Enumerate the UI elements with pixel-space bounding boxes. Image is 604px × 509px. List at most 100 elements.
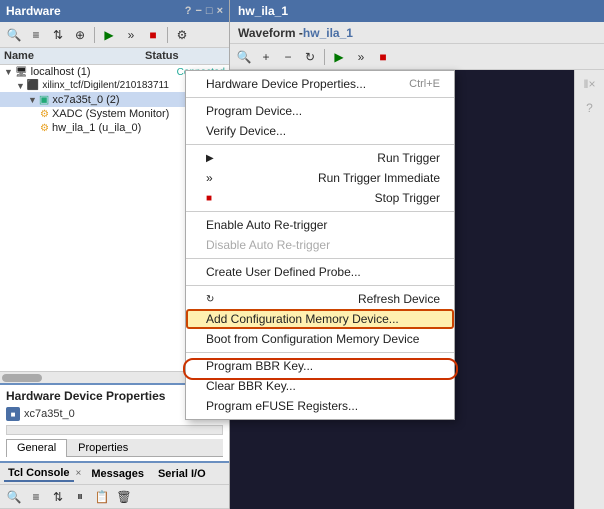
- xadc-label: XADC (System Monitor): [52, 108, 169, 120]
- tcl-copy-button[interactable]: 📋: [92, 487, 112, 507]
- tcl-sort2-button[interactable]: ⇅: [48, 487, 68, 507]
- cm-run-trigger-imm-label: Run Trigger Immediate: [318, 171, 440, 185]
- sort-az-button[interactable]: ≡: [26, 25, 46, 45]
- play-button[interactable]: ▶: [99, 25, 119, 45]
- cm-hw-device-properties[interactable]: Hardware Device Properties... Ctrl+E: [186, 74, 454, 94]
- cm-disable-auto-label: Disable Auto Re-trigger: [206, 238, 330, 252]
- ila-icon: ⚙: [40, 123, 49, 134]
- cm-sep-3: [186, 211, 454, 212]
- cm-disable-auto: Disable Auto Re-trigger: [186, 235, 454, 255]
- cm-refresh-device[interactable]: ↻ Refresh Device: [186, 289, 454, 309]
- waveform-name: hw_ila_1: [303, 26, 353, 40]
- right-toolbar: 🔍 + − ↻ ▶ » ■: [230, 44, 604, 70]
- wf-right-btn2[interactable]: ?: [580, 98, 600, 118]
- toolbar-separator-2: [167, 27, 168, 43]
- wf-minus-button[interactable]: −: [278, 47, 298, 67]
- cm-sep-6: [186, 352, 454, 353]
- wf-redo-button[interactable]: ↻: [300, 47, 320, 67]
- run-trigger-imm-icon: »: [206, 171, 213, 185]
- stop-trigger-icon: ■: [206, 193, 212, 204]
- cm-clear-bbr-label: Clear BBR Key...: [206, 379, 296, 393]
- link-button[interactable]: ⊕: [70, 25, 90, 45]
- wf-right-btn1[interactable]: ‖×: [580, 74, 600, 94]
- context-menu: Hardware Device Properties... Ctrl+E Pro…: [185, 70, 455, 420]
- xadc-icon: ⚙: [40, 109, 49, 120]
- fast-forward-button[interactable]: »: [121, 25, 141, 45]
- device-label: xc7a35t_0 (2): [52, 94, 119, 106]
- device-icon: ▣: [39, 93, 49, 106]
- hardware-title-label: Hardware: [6, 4, 61, 18]
- minimize-icon[interactable]: −: [195, 5, 201, 17]
- expand-arrow-cable: ▼: [16, 81, 25, 91]
- wf-search-button[interactable]: 🔍: [234, 47, 254, 67]
- title-controls: ? − □ ×: [185, 5, 223, 17]
- cm-program-bbr[interactable]: Program BBR Key...: [186, 356, 454, 376]
- scroll-thumb[interactable]: [2, 374, 42, 382]
- hw-props-scrollbar[interactable]: [6, 425, 223, 435]
- cm-sep-1: [186, 97, 454, 98]
- cm-program-device[interactable]: Program Device...: [186, 101, 454, 121]
- close-icon[interactable]: ×: [217, 5, 223, 17]
- cm-refresh-device-label: Refresh Device: [358, 292, 440, 306]
- cm-boot-config-memory-label: Boot from Configuration Memory Device: [206, 332, 419, 346]
- tcl-section: Tcl Console × Messages Serial I/O 🔍 ≡ ⇅ …: [0, 461, 229, 509]
- tcl-clear-button[interactable]: 🗑: [114, 487, 134, 507]
- cm-sep-4: [186, 258, 454, 259]
- expand-arrow-device: ▼: [28, 95, 37, 105]
- run-trigger-icon: ▶: [206, 153, 214, 164]
- tab-messages[interactable]: Messages: [87, 467, 148, 481]
- localhost-label: localhost (1): [31, 66, 91, 78]
- cm-program-efuse[interactable]: Program eFUSE Registers...: [186, 396, 454, 416]
- wf-fast-forward-button[interactable]: »: [351, 47, 371, 67]
- cm-run-trigger-immediate[interactable]: » Run Trigger Immediate: [186, 168, 454, 188]
- cm-hw-shortcut: Ctrl+E: [409, 78, 440, 90]
- cm-add-config-memory-label: Add Configuration Memory Device...: [206, 312, 399, 326]
- tcl-sort-button[interactable]: ≡: [26, 487, 46, 507]
- sort-za-button[interactable]: ⇅: [48, 25, 68, 45]
- cm-verify-device-label: Verify Device...: [206, 124, 286, 138]
- wf-play-button[interactable]: ▶: [329, 47, 349, 67]
- settings-button[interactable]: ⚙: [172, 25, 192, 45]
- cm-stop-trigger-label: Stop Trigger: [375, 191, 440, 205]
- cm-sep-2: [186, 144, 454, 145]
- stop-button[interactable]: ■: [143, 25, 163, 45]
- refresh-device-icon: ↻: [206, 294, 214, 305]
- cable-label: xilinx_tcf/Digilent/210183711: [42, 80, 169, 91]
- hw-props-tabs: General Properties: [6, 439, 223, 457]
- chip-icon: ■: [6, 407, 20, 421]
- tcl-pause-button[interactable]: ⏸: [70, 487, 90, 507]
- tcl-toolbar: 🔍 ≡ ⇅ ⏸ 📋 🗑: [0, 485, 229, 509]
- cm-run-trigger-label: Run Trigger: [377, 151, 440, 165]
- hw-props-device-name: xc7a35t_0: [24, 408, 75, 420]
- cm-verify-device[interactable]: Verify Device...: [186, 121, 454, 141]
- tab-serial[interactable]: Serial I/O: [154, 467, 210, 481]
- tab-general[interactable]: General: [6, 439, 67, 457]
- cm-clear-bbr[interactable]: Clear BBR Key...: [186, 376, 454, 396]
- tab-properties[interactable]: Properties: [67, 439, 139, 456]
- waveform-right-controls: ‖× ?: [574, 70, 604, 509]
- cm-boot-config-memory[interactable]: Boot from Configuration Memory Device: [186, 329, 454, 349]
- host-icon: 🖥: [15, 67, 28, 78]
- cm-program-bbr-label: Program BBR Key...: [206, 359, 313, 373]
- wf-stop-button[interactable]: ■: [373, 47, 393, 67]
- cm-create-probe[interactable]: Create User Defined Probe...: [186, 262, 454, 282]
- tcl-close-icon[interactable]: ×: [76, 468, 82, 479]
- cm-run-trigger[interactable]: ▶ Run Trigger: [186, 148, 454, 168]
- cm-add-config-memory[interactable]: Add Configuration Memory Device...: [186, 309, 454, 329]
- waveform-label: Waveform -: [238, 26, 303, 40]
- toolbar-separator-1: [94, 27, 95, 43]
- maximize-icon[interactable]: □: [206, 5, 213, 17]
- wf-plus-button[interactable]: +: [256, 47, 276, 67]
- cm-enable-auto[interactable]: Enable Auto Re-trigger: [186, 215, 454, 235]
- hardware-panel-title: Hardware ? − □ ×: [0, 0, 229, 22]
- search-button[interactable]: 🔍: [4, 25, 24, 45]
- cm-stop-trigger[interactable]: ■ Stop Trigger: [186, 188, 454, 208]
- tab-tcl-console[interactable]: Tcl Console: [4, 466, 74, 482]
- help-icon[interactable]: ?: [185, 5, 192, 17]
- col-name-header: Name: [4, 50, 145, 62]
- tcl-header: Tcl Console × Messages Serial I/O: [0, 463, 229, 485]
- hardware-toolbar: 🔍 ≡ ⇅ ⊕ ▶ » ■ ⚙: [0, 22, 229, 48]
- cm-sep-5: [186, 285, 454, 286]
- tcl-search-button[interactable]: 🔍: [4, 487, 24, 507]
- cm-program-device-label: Program Device...: [206, 104, 302, 118]
